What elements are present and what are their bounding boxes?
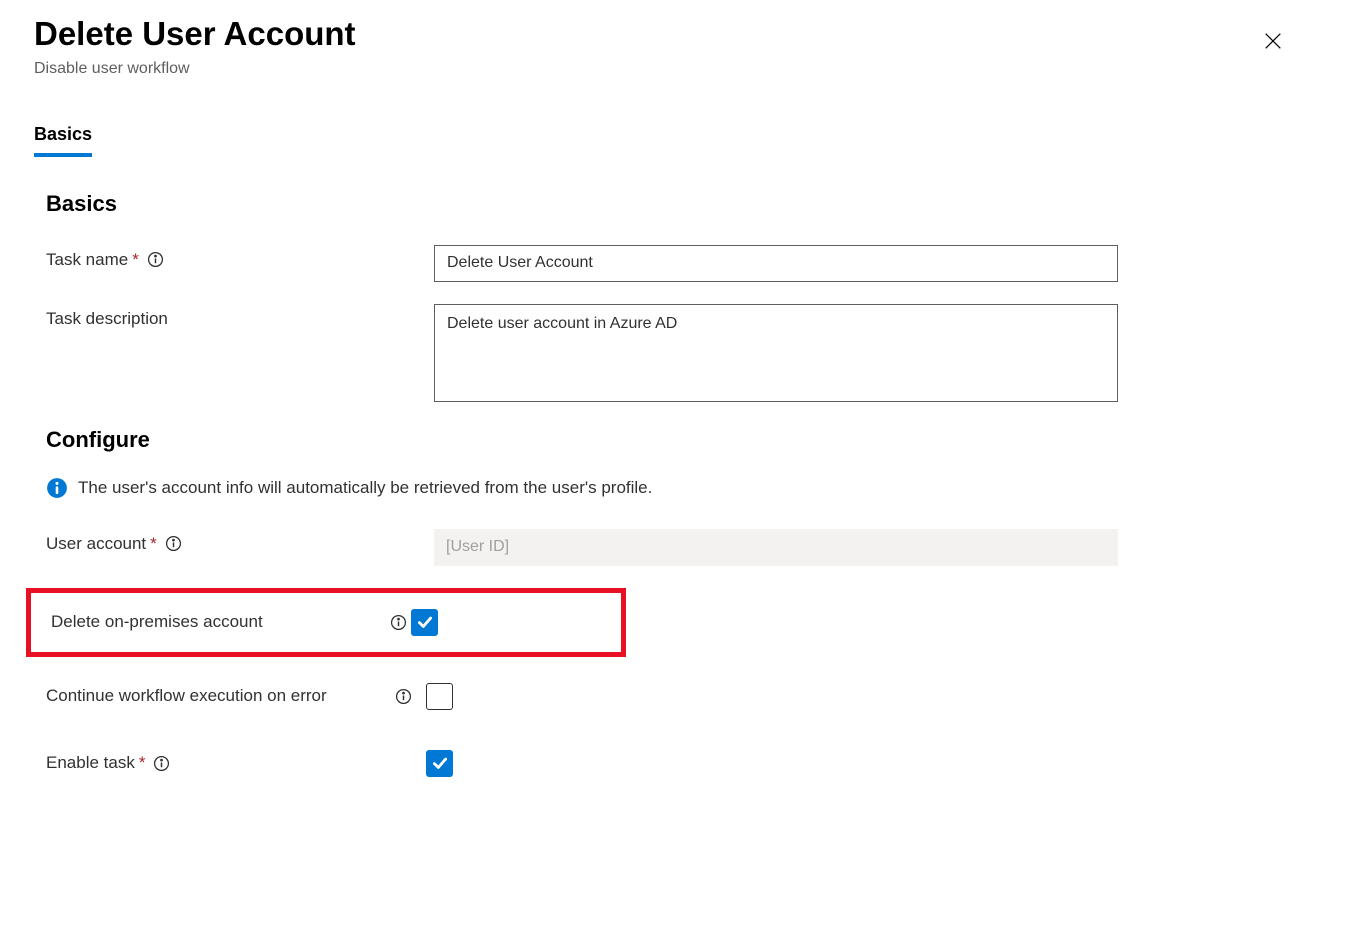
task-description-input[interactable]: Delete user account in Azure AD: [434, 304, 1118, 402]
task-name-label-text: Task name: [46, 250, 128, 270]
task-description-label: Task description: [46, 304, 434, 329]
basics-heading: Basics: [46, 191, 1318, 217]
user-account-label-text: User account: [46, 534, 146, 554]
user-account-row: User account * [User ID]: [46, 529, 1318, 566]
enable-task-label: Enable task *: [46, 753, 426, 773]
required-indicator: *: [132, 250, 139, 270]
info-icon[interactable]: [165, 535, 182, 552]
info-banner-text: The user's account info will automatical…: [78, 478, 652, 498]
task-name-input[interactable]: [434, 245, 1118, 282]
task-name-row: Task name *: [46, 245, 1318, 282]
continue-on-error-label-text: Continue workflow execution on error: [46, 686, 327, 706]
close-button[interactable]: [1258, 26, 1288, 56]
continue-on-error-checkbox[interactable]: [426, 683, 453, 710]
user-account-display: [User ID]: [434, 529, 1118, 566]
content-area: Basics Task name * Task description Dele…: [34, 191, 1318, 777]
highlight-box: Delete on-premises account: [26, 588, 626, 657]
tab-bar: Basics: [34, 114, 1318, 155]
required-indicator: *: [139, 753, 146, 773]
enable-task-checkbox[interactable]: [426, 750, 453, 777]
info-icon[interactable]: [395, 688, 412, 705]
user-account-display-wrap: [User ID]: [434, 529, 1118, 566]
info-banner: The user's account info will automatical…: [46, 477, 1318, 499]
configure-heading: Configure: [46, 427, 1318, 453]
task-description-row: Task description Delete user account in …: [46, 304, 1318, 405]
task-description-label-text: Task description: [46, 309, 168, 329]
delete-onprem-checkbox-wrap: [411, 609, 438, 636]
enable-task-checkbox-wrap: [426, 750, 453, 777]
delete-onprem-checkbox[interactable]: [411, 609, 438, 636]
task-name-input-wrap: [434, 245, 1118, 282]
required-indicator: *: [150, 534, 157, 554]
continue-on-error-label: Continue workflow execution on error: [46, 686, 426, 706]
enable-task-label-text: Enable task: [46, 753, 135, 773]
info-icon[interactable]: [153, 755, 170, 772]
info-icon: [46, 477, 68, 499]
enable-task-row: Enable task *: [46, 750, 1318, 777]
continue-on-error-checkbox-wrap: [426, 683, 453, 710]
page-subtitle: Disable user workflow: [34, 60, 356, 78]
page-title: Delete User Account: [34, 14, 356, 54]
title-block: Delete User Account Disable user workflo…: [34, 14, 356, 78]
continue-on-error-row: Continue workflow execution on error: [46, 683, 1318, 710]
delete-onprem-label-text: Delete on-premises account: [51, 612, 263, 632]
tab-basics[interactable]: Basics: [34, 114, 92, 155]
user-account-label: User account *: [46, 529, 434, 554]
task-description-input-wrap: Delete user account in Azure AD: [434, 304, 1118, 405]
delete-onprem-label: Delete on-premises account: [51, 612, 411, 632]
close-icon: [1262, 30, 1284, 52]
task-name-label: Task name *: [46, 245, 434, 270]
info-icon[interactable]: [147, 251, 164, 268]
panel-header: Delete User Account Disable user workflo…: [34, 14, 1318, 78]
delete-onprem-row: Delete on-premises account: [51, 609, 621, 636]
info-icon[interactable]: [390, 614, 407, 631]
